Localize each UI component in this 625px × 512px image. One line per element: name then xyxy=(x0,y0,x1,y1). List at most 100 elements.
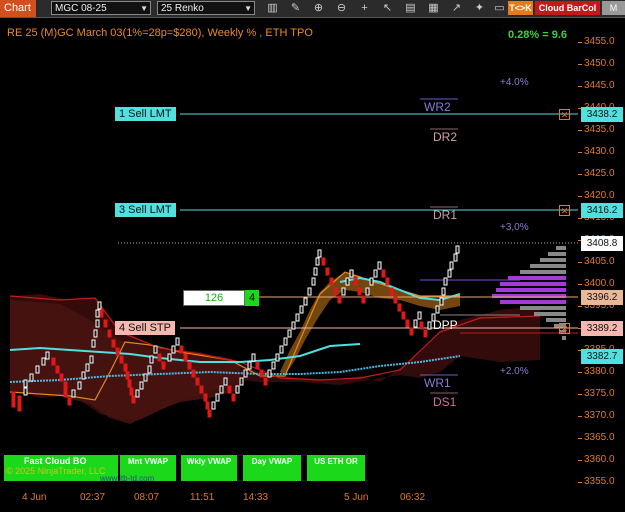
order-price-1: 3438.2 xyxy=(581,107,623,122)
renko-brick xyxy=(239,377,244,386)
renko-brick xyxy=(255,361,260,370)
renko-brick xyxy=(51,357,56,366)
x-tick-label: 11:51 xyxy=(190,492,215,503)
position-pnl-box[interactable]: 126 xyxy=(183,290,245,306)
chart-properties-icon[interactable]: ▤ xyxy=(403,1,418,15)
level-plus4: +4.0% xyxy=(500,77,529,88)
position-price-label: 3396.2 xyxy=(581,290,623,305)
position-count[interactable]: 4 xyxy=(245,290,259,306)
pointer-icon[interactable]: ↖ xyxy=(380,1,395,15)
renko-brick xyxy=(119,355,124,364)
renko-brick xyxy=(313,267,318,276)
renko-brick xyxy=(287,329,292,338)
renko-brick xyxy=(93,329,98,338)
renko-brick xyxy=(29,373,34,382)
instrument-select[interactable]: MGC 08-25 ▼ xyxy=(51,1,151,15)
tk-button[interactable]: T<>K xyxy=(508,1,533,15)
renko-brick xyxy=(353,277,358,286)
renko-brick xyxy=(215,393,220,402)
renko-brick xyxy=(315,257,320,266)
renko-brick xyxy=(17,403,22,412)
renko-brick xyxy=(443,277,448,286)
renko-brick xyxy=(405,319,410,328)
renko-brick xyxy=(11,399,16,408)
renko-brick xyxy=(149,355,154,364)
renko-brick xyxy=(303,297,308,306)
renko-brick xyxy=(153,345,158,354)
bar-style-icon[interactable]: ▥ xyxy=(265,1,280,15)
renko-brick xyxy=(183,353,188,362)
renko-brick xyxy=(103,319,108,328)
y-tick-mark xyxy=(578,152,582,153)
renko-brick xyxy=(369,277,374,286)
zoom-in-icon[interactable]: ⊕ xyxy=(311,1,326,15)
us-eth-or-button[interactable]: US ETH OR xyxy=(307,455,365,481)
renko-brick xyxy=(299,305,304,314)
renko-brick xyxy=(393,295,398,304)
y-tick-label: 3455.0 xyxy=(584,36,615,47)
renko-brick xyxy=(63,381,68,390)
renko-brick xyxy=(95,309,100,318)
y-tick-mark xyxy=(578,174,582,175)
bar-type-select[interactable]: 25 Renko ▼ xyxy=(157,1,255,15)
y-tick-mark xyxy=(578,196,582,197)
y-tick-label: 3400.0 xyxy=(584,278,615,289)
renko-brick xyxy=(427,321,432,330)
crosshair-icon[interactable]: + xyxy=(357,1,372,15)
renko-brick xyxy=(81,371,86,380)
y-tick-mark xyxy=(578,86,582,87)
template-icon[interactable]: ✦ xyxy=(472,1,487,15)
wkly-vwap-button[interactable]: Wkly VWAP xyxy=(181,455,237,481)
renko-brick xyxy=(41,357,46,366)
chevron-down-icon: ▼ xyxy=(244,4,252,13)
renko-brick xyxy=(179,345,184,354)
renko-brick xyxy=(167,353,172,362)
x-tick-label: 08:07 xyxy=(134,492,160,503)
x-tick-label: 5 Jun xyxy=(344,492,369,503)
m-button[interactable]: M xyxy=(602,1,625,15)
pivot-dpp: DPP xyxy=(433,318,458,332)
order-tag-stop[interactable]: 4 Sell STP xyxy=(115,321,175,335)
y-tick-label: 3370.0 xyxy=(584,410,615,421)
x-tick-label: 14:33 xyxy=(243,492,269,503)
renko-brick xyxy=(275,353,280,362)
order-tag-3[interactable]: 3 Sell LMT xyxy=(115,203,176,217)
renko-brick xyxy=(361,295,366,304)
strategy-icon[interactable]: ↗ xyxy=(449,1,464,15)
renko-brick xyxy=(247,361,252,370)
renko-brick xyxy=(55,365,60,374)
data-box-icon[interactable]: ▭ xyxy=(492,1,507,15)
order-tag-1[interactable]: 1 Sell LMT xyxy=(115,107,176,121)
renko-brick xyxy=(413,319,418,328)
price-axis[interactable]: 3455.03450.03445.03440.03435.03430.03425… xyxy=(578,18,625,488)
renko-brick xyxy=(123,363,128,372)
renko-brick xyxy=(279,345,284,354)
y-tick-label: 3425.0 xyxy=(584,168,615,179)
pivot-wr2: WR2 xyxy=(424,100,451,114)
renko-brick xyxy=(345,277,350,286)
renko-brick xyxy=(161,361,166,370)
chevron-down-icon: ▼ xyxy=(140,4,148,13)
cancel-order-1-icon[interactable]: ✕ xyxy=(559,109,570,120)
y-tick-mark xyxy=(578,42,582,43)
renko-brick xyxy=(99,309,104,318)
renko-brick xyxy=(187,361,192,370)
day-vwap-button[interactable]: Day VWAP xyxy=(243,455,301,481)
draw-icon[interactable]: ✎ xyxy=(288,1,303,15)
indicators-icon[interactable]: ▦ xyxy=(426,1,441,15)
zoom-out-icon[interactable]: ⊖ xyxy=(334,1,349,15)
price-plot[interactable] xyxy=(0,18,578,488)
chart-tab[interactable]: Chart xyxy=(0,0,36,17)
cloud-barcol-button[interactable]: Cloud BarCol xyxy=(535,1,600,15)
bar-type-value: 25 Renko xyxy=(161,3,204,14)
renko-brick xyxy=(267,369,272,378)
chart-toolbar: Chart MGC 08-25 ▼ 25 Renko ▼ ▥ ✎ ⊕ ⊖ + ↖… xyxy=(0,0,625,18)
renko-brick xyxy=(45,351,50,360)
cancel-order-3-icon[interactable]: ✕ xyxy=(559,205,570,216)
y-tick-mark xyxy=(578,394,582,395)
time-axis[interactable]: 4 Jun 02:37 08:07 11:51 14:33 5 Jun 06:32 xyxy=(0,488,578,512)
renko-brick xyxy=(23,379,28,388)
renko-brick xyxy=(157,353,162,362)
cancel-order-stop-icon[interactable]: ✕ xyxy=(559,323,570,334)
renko-brick xyxy=(59,373,64,382)
